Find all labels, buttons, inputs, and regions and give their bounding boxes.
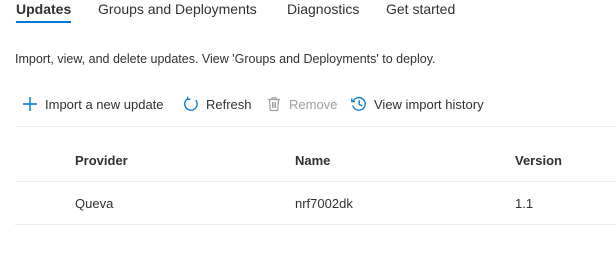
column-header-name[interactable]: Name <box>295 153 330 169</box>
page-description: Import, view, and delete updates. View '… <box>15 52 436 66</box>
column-header-provider[interactable]: Provider <box>75 153 128 169</box>
remove-label: Remove <box>289 96 338 112</box>
updates-table: Provider Name Version Queva nrf7002dk 1.… <box>15 139 616 225</box>
view-import-history-button[interactable]: View import history <box>350 93 484 115</box>
import-update-button[interactable]: Import a new update <box>21 93 164 115</box>
history-icon <box>350 95 368 113</box>
table-row[interactable]: Queva nrf7002dk 1.1 <box>15 182 616 225</box>
cell-version: 1.1 <box>515 196 534 211</box>
plus-icon <box>21 95 39 113</box>
refresh-button[interactable]: Refresh <box>182 93 252 115</box>
view-import-history-label: View import history <box>374 96 484 112</box>
remove-button[interactable]: Remove <box>265 93 337 115</box>
tab-updates[interactable]: Updates <box>16 0 72 24</box>
refresh-label: Refresh <box>206 96 252 112</box>
column-header-version[interactable]: Version <box>515 153 562 169</box>
tab-bar: Updates Groups and Deployments Diagnosti… <box>0 0 616 26</box>
cell-name: nrf7002dk <box>295 196 353 211</box>
import-update-label: Import a new update <box>45 96 164 112</box>
table-header: Provider Name Version <box>15 139 616 182</box>
tab-groups-and-deployments[interactable]: Groups and Deployments <box>98 0 257 24</box>
tab-diagnostics[interactable]: Diagnostics <box>287 0 359 24</box>
toolbar-divider <box>15 126 616 127</box>
device-update-page: Updates Groups and Deployments Diagnosti… <box>0 0 616 273</box>
tab-get-started[interactable]: Get started <box>386 0 455 24</box>
trash-icon <box>265 95 283 113</box>
command-bar: Import a new update Refresh Remove View … <box>15 93 615 115</box>
refresh-icon <box>182 95 200 113</box>
cell-provider: Queva <box>75 196 114 211</box>
